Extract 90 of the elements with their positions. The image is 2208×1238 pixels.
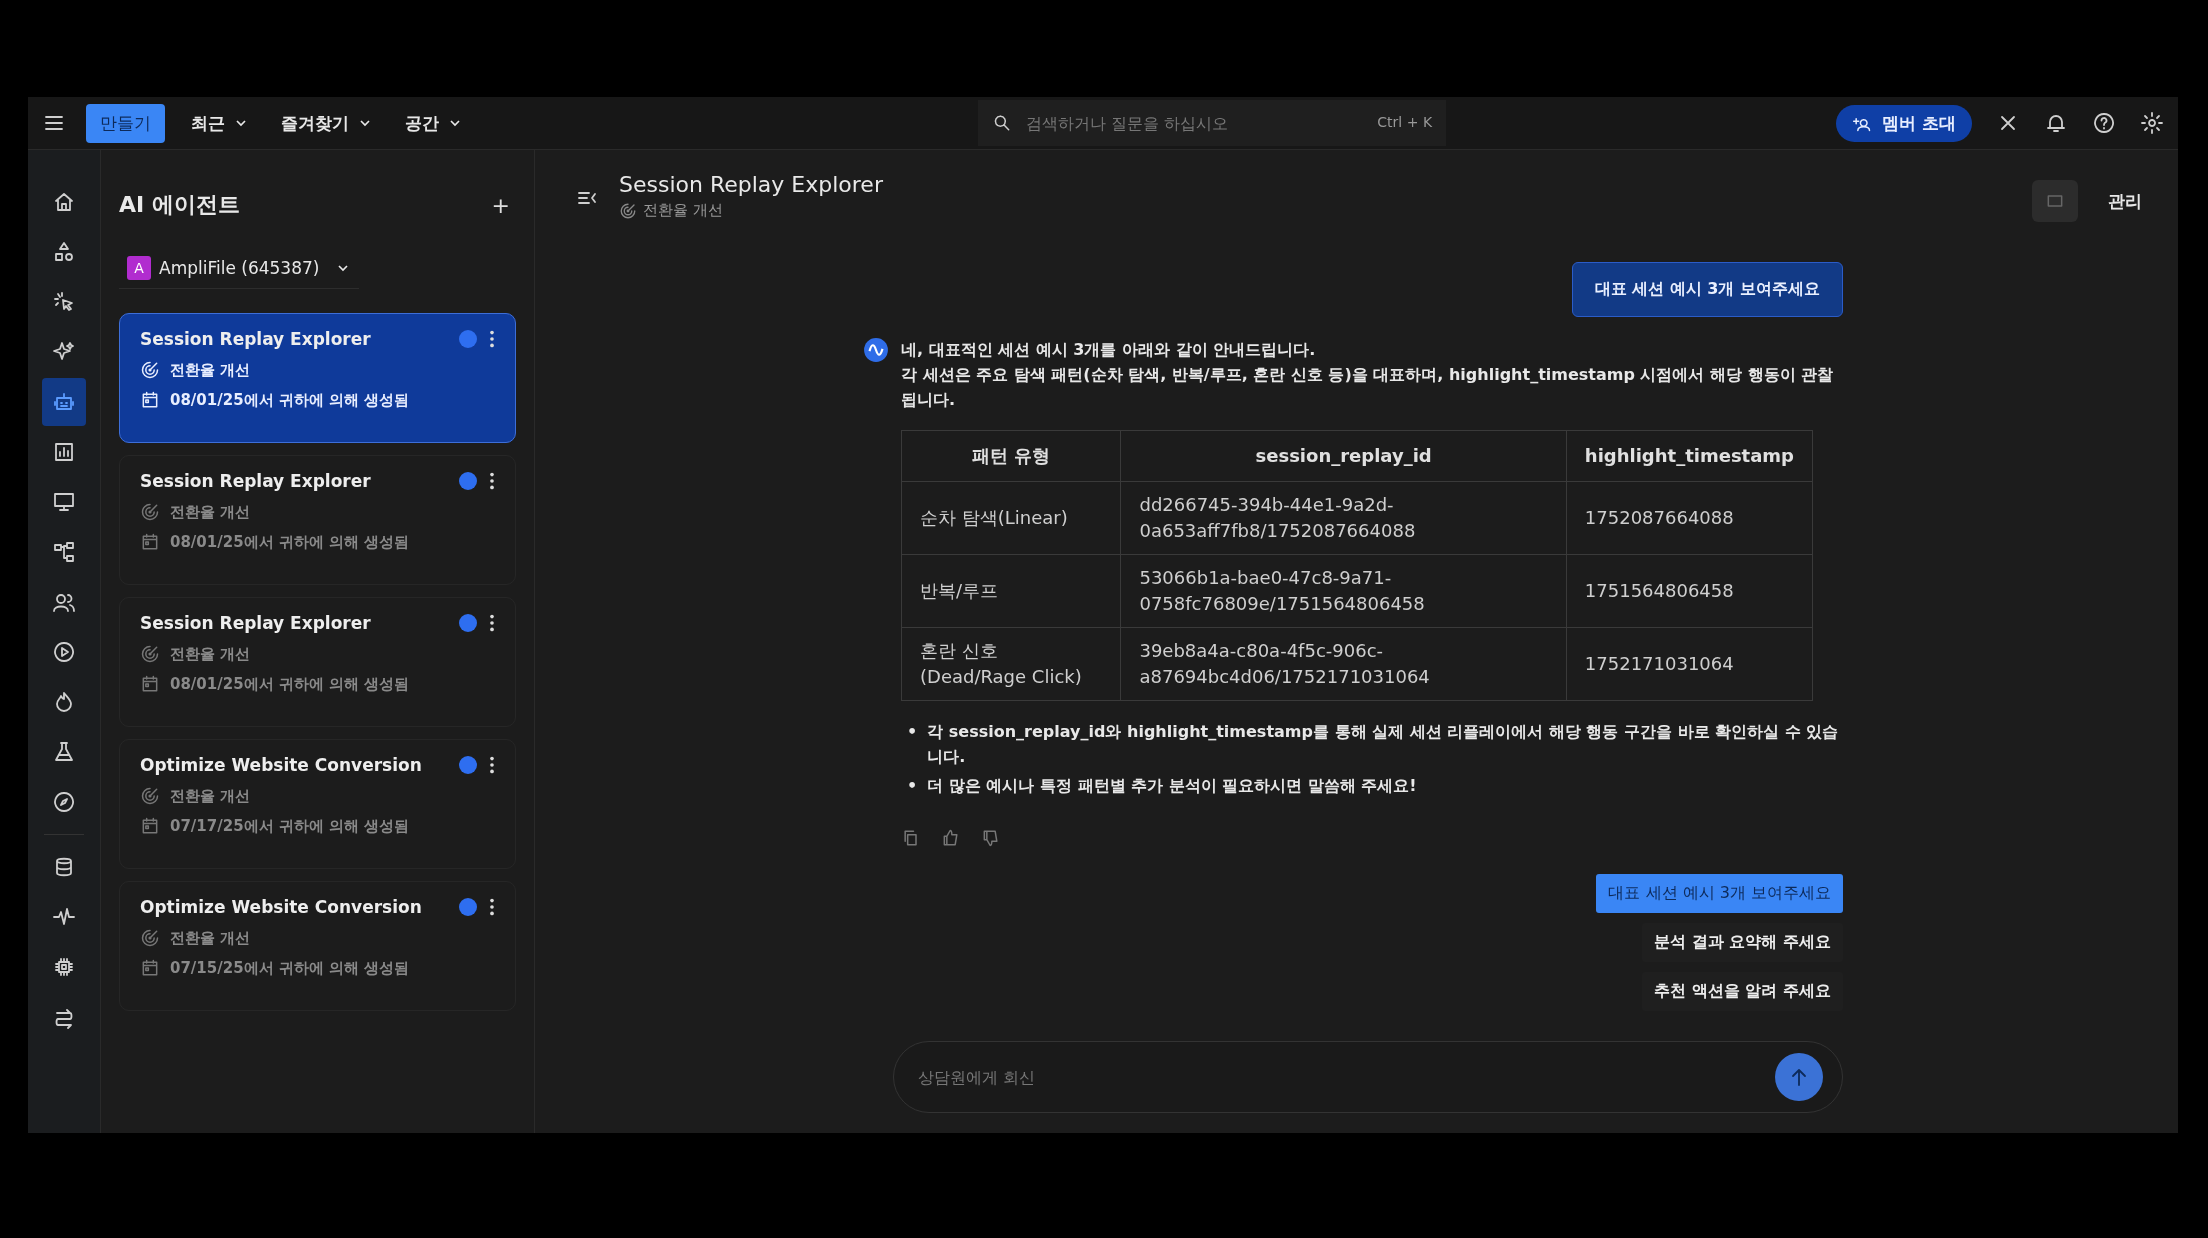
- target-icon: [140, 360, 160, 380]
- more-icon[interactable]: [489, 612, 495, 634]
- agent-card[interactable]: Session Replay Explorer 전환율 개선 08/01/25에서 귀하에 의해 생성됨: [119, 597, 516, 727]
- table-cell: 39eb8a4a-c80a-4f5c-906c-a87694bc4d06/1752171031064: [1120, 627, 1567, 701]
- agent-card[interactable]: Optimize Website Conversion 전환율 개선 07/15/25에서 귀하에 의해 생성됨: [119, 881, 516, 1011]
- menu-dropdown[interactable]: 즐겨찾기: [275, 107, 379, 139]
- calendar-icon: [140, 674, 160, 694]
- help-icon[interactable]: [2092, 111, 2116, 135]
- compass-icon: [52, 790, 76, 814]
- chat-title: Session Replay Explorer: [619, 172, 884, 197]
- chip-icon: [52, 955, 76, 979]
- home-icon: [52, 190, 76, 214]
- chart-icon: [52, 440, 76, 464]
- invite-member-button[interactable]: 멤버 초대: [1836, 104, 1972, 142]
- created-date: 08/01/25에서 귀하에 의해 생성됨: [170, 674, 410, 694]
- more-icon[interactable]: [489, 754, 495, 776]
- table-cell: 반복/루프: [901, 554, 1121, 628]
- workspace-selector[interactable]: A AmpliFile (645387): [119, 252, 360, 289]
- agent-title: Session Replay Explorer: [140, 613, 372, 633]
- more-icon[interactable]: [489, 896, 495, 918]
- column-header: 패턴 유형: [901, 430, 1121, 482]
- agent-title: Optimize Website Conversion: [140, 897, 423, 917]
- agent-card[interactable]: Session Replay Explorer 전환율 개선 08/01/25에서 귀하에 의해 생성됨: [119, 455, 516, 585]
- settings-icon[interactable]: [2140, 111, 2164, 135]
- shortcut-hint: Ctrl + K: [1377, 114, 1433, 130]
- agent-title: Session Replay Explorer: [140, 471, 372, 491]
- agent-goal: 전환율 개선: [170, 502, 251, 522]
- table-cell: 순차 탐색(Linear): [901, 481, 1121, 555]
- manage-button[interactable]: 관리: [2102, 188, 2148, 214]
- suggestion-chip[interactable]: 대표 세션 예시 3개 보여주세요: [1596, 874, 1843, 913]
- thumbs-down-icon[interactable]: [981, 828, 1001, 848]
- table-cell: 1751564806458: [1566, 554, 1813, 628]
- agent-card[interactable]: Session Replay Explorer 전환율 개선 08/01/25에서 귀하에 의해 생성됨: [119, 313, 516, 443]
- agent-goal: 전환율 개선: [170, 786, 251, 806]
- bullet-marker: •: [907, 721, 918, 743]
- status-dot: [459, 330, 477, 348]
- reply-input-field[interactable]: 상담원에게 회신: [893, 1041, 1843, 1113]
- chat-subtitle: 전환율 개선: [643, 201, 723, 220]
- user-message: 대표 세션 예시 3개 보여주세요: [1571, 262, 1843, 317]
- bullet-text: 각 session_replay_id와 highlight_timestamp를 통해 실제 세션 리플레이에서 해당 행동 구간을 바로 확인하실 수 있습니다.: [927, 721, 1840, 768]
- calendar-icon: [140, 958, 160, 978]
- agent-avatar-icon: [863, 337, 889, 363]
- agent-title: Optimize Website Conversion: [140, 755, 423, 775]
- monitor-icon: [52, 490, 76, 514]
- menu-dropdown[interactable]: 공간: [399, 107, 469, 139]
- column-header: highlight_timestamp: [1566, 430, 1813, 482]
- workspace-avatar: A: [127, 256, 151, 280]
- agent-goal: 전환율 개선: [170, 644, 251, 664]
- panel-title: AI 에이전트: [119, 191, 240, 219]
- status-dot: [459, 756, 477, 774]
- agent-card[interactable]: Optimize Website Conversion 전환율 개선 07/17/25에서 귀하에 의해 생성됨: [119, 739, 516, 869]
- target-icon: [140, 644, 160, 664]
- created-date: 07/17/25에서 귀하에 의해 생성됨: [170, 816, 410, 836]
- reply-text: 네, 대표적인 세션 예시 3개를 아래와 같이 안내드립니다.: [901, 339, 1317, 361]
- created-date: 07/15/25에서 귀하에 의해 생성됨: [170, 958, 410, 978]
- flow-icon: [52, 540, 76, 564]
- play-icon: [52, 640, 76, 664]
- calendar-icon: [140, 816, 160, 836]
- bullet-text: 더 많은 예시나 특정 패턴별 추가 분석이 필요하시면 말씀해 주세요!: [927, 775, 1417, 797]
- table-cell: 혼란 신호 (Dead/Rage Click): [901, 627, 1121, 701]
- created-date: 08/01/25에서 귀하에 의해 생성됨: [170, 532, 410, 552]
- add-button[interactable]: +: [485, 191, 516, 219]
- status-dot: [459, 614, 477, 632]
- table-cell: 1752087664088: [1566, 481, 1813, 555]
- column-header: session_replay_id: [1120, 430, 1567, 482]
- calendar-icon: [140, 390, 160, 410]
- table-cell: 53066b1a-bae0-47c8-9a71-0758fc76809e/1751564806458: [1120, 554, 1567, 628]
- table-cell: dd266745-394b-44e1-9a2d-0a653aff7fb8/1752087664088: [1120, 481, 1567, 555]
- flask-icon: [52, 740, 76, 764]
- more-icon[interactable]: [489, 328, 495, 350]
- agent-goal: 전환율 개선: [170, 928, 251, 948]
- status-dot: [459, 898, 477, 916]
- agent-title: Session Replay Explorer: [140, 329, 372, 349]
- agent-goal: 전환율 개선: [170, 360, 251, 380]
- create-button[interactable]: 만들기: [86, 103, 165, 143]
- shapes-icon: [52, 240, 76, 264]
- target-icon: [140, 502, 160, 522]
- calendar-icon: [140, 532, 160, 552]
- target-icon: [140, 786, 160, 806]
- created-date: 08/01/25에서 귀하에 의해 생성됨: [170, 390, 410, 410]
- more-icon[interactable]: [489, 470, 495, 492]
- cursor-icon: [52, 290, 76, 314]
- menu-dropdown[interactable]: 최근: [185, 107, 255, 139]
- thumbs-up-icon[interactable]: [941, 828, 961, 848]
- table-cell: 1752171031064: [1566, 627, 1813, 701]
- reply-text: 각 세션은 주요 탐색 패턴(순차 탐색, 반복/루프, 혼란 신호 등)을 대표하며, highlight_timestamp 시점에서 해당 행동이 관찰됩니다.: [901, 364, 1835, 411]
- target-icon: [140, 928, 160, 948]
- target-icon: [619, 201, 637, 220]
- status-dot: [459, 472, 477, 490]
- bullet-marker: •: [907, 775, 918, 797]
